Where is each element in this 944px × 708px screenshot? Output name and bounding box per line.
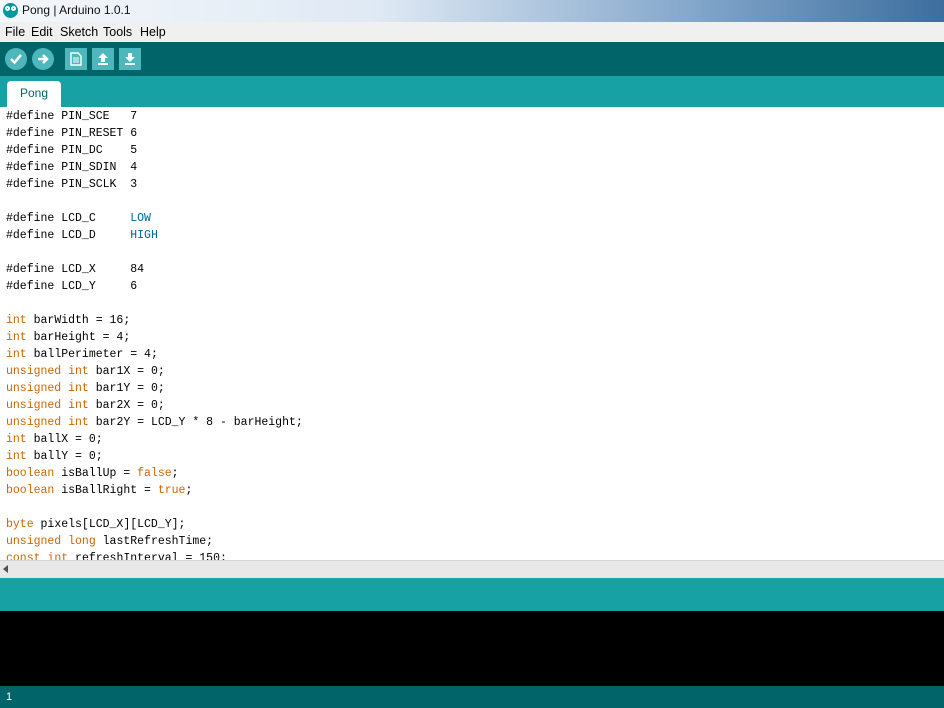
console-output [0, 611, 944, 686]
menu-file[interactable]: File [5, 25, 25, 39]
menu-bar: File Edit Sketch Tools Help [0, 22, 944, 42]
tab-pong[interactable]: Pong [7, 81, 61, 107]
code-line[interactable] [6, 244, 303, 261]
footer-bar: 1 [0, 686, 944, 708]
menu-help[interactable]: Help [140, 25, 166, 39]
horizontal-scrollbar[interactable] [0, 560, 944, 578]
code-line[interactable]: #define LCD_D HIGH [6, 227, 303, 244]
code-line[interactable] [6, 193, 303, 210]
menu-tools[interactable]: Tools [103, 25, 132, 39]
code-line[interactable] [6, 499, 303, 516]
code-line[interactable]: unsigned int bar2Y = LCD_Y * 8 - barHeig… [6, 414, 303, 431]
code-line[interactable]: int ballY = 0; [6, 448, 303, 465]
open-button[interactable] [92, 48, 114, 70]
code-line[interactable]: #define LCD_X 84 [6, 261, 303, 278]
code-line[interactable]: #define LCD_C LOW [6, 210, 303, 227]
down-arrow-icon [125, 53, 135, 65]
code-line[interactable]: int ballX = 0; [6, 431, 303, 448]
up-arrow-icon [98, 53, 108, 65]
code-line[interactable]: #define PIN_SDIN 4 [6, 159, 303, 176]
tab-bar [0, 76, 944, 107]
code-line[interactable] [6, 295, 303, 312]
code-line[interactable]: #define LCD_Y 6 [6, 278, 303, 295]
code-line[interactable]: boolean isBallRight = true; [6, 482, 303, 499]
right-arrow-icon [38, 54, 49, 64]
code-line[interactable]: boolean isBallUp = false; [6, 465, 303, 482]
status-bar [0, 578, 944, 611]
window-title: Pong | Arduino 1.0.1 [22, 3, 131, 17]
code-line[interactable]: #define PIN_SCE 7 [6, 108, 303, 125]
code-line[interactable]: const int refreshInterval = 150; [6, 550, 303, 560]
code-line[interactable]: byte pixels[LCD_X][LCD_Y]; [6, 516, 303, 533]
code-line[interactable]: unsigned int bar1Y = 0; [6, 380, 303, 397]
menu-edit[interactable]: Edit [31, 25, 53, 39]
code-line[interactable]: #define PIN_DC 5 [6, 142, 303, 159]
title-bar: Pong | Arduino 1.0.1 [0, 0, 944, 22]
save-button[interactable] [119, 48, 141, 70]
code-line[interactable]: int barHeight = 4; [6, 329, 303, 346]
arduino-logo-icon [3, 3, 18, 18]
code-line[interactable]: #define PIN_RESET 6 [6, 125, 303, 142]
upload-button[interactable] [32, 48, 54, 70]
new-button[interactable] [65, 48, 87, 70]
code-line[interactable]: int barWidth = 16; [6, 312, 303, 329]
scroll-left-icon[interactable] [3, 565, 8, 573]
checkmark-icon [10, 54, 22, 65]
code-editor[interactable]: #define PIN_SCE 7 #define PIN_RESET 6 #def… [0, 107, 944, 560]
line-number: 1 [6, 691, 13, 703]
document-icon [70, 52, 82, 66]
toolbar [0, 42, 944, 76]
code-text[interactable]: #define PIN_SCE 7 #define PIN_RESET 6 #def… [6, 108, 303, 560]
code-line[interactable]: int ballPerimeter = 4; [6, 346, 303, 363]
code-line[interactable]: unsigned int bar2X = 0; [6, 397, 303, 414]
code-line[interactable]: unsigned long lastRefreshTime; [6, 533, 303, 550]
code-line[interactable]: #define PIN_SCLK 3 [6, 176, 303, 193]
code-line[interactable]: unsigned int bar1X = 0; [6, 363, 303, 380]
menu-sketch[interactable]: Sketch [60, 25, 98, 39]
verify-button[interactable] [5, 48, 27, 70]
